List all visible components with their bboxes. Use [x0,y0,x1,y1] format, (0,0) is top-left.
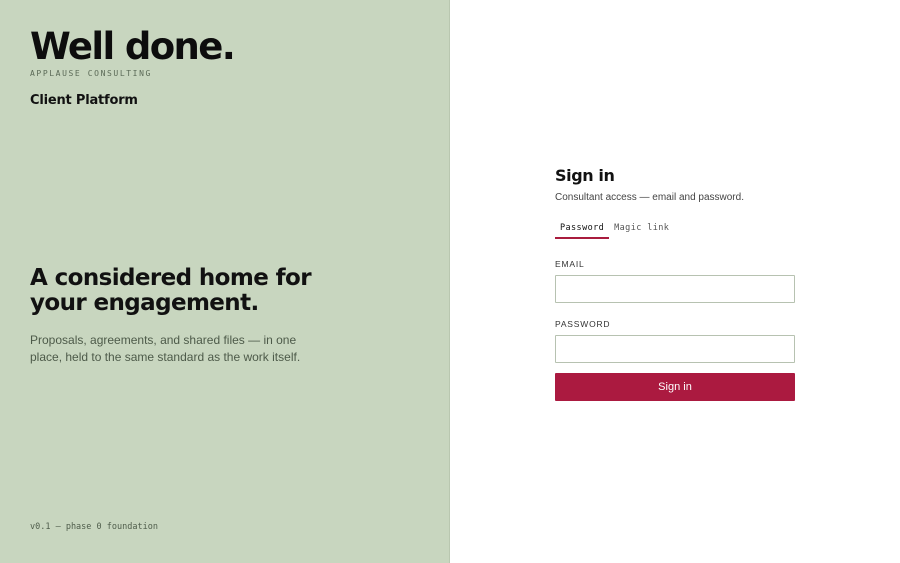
signin-method-tabs: Password Magic link [555,221,795,239]
signin-title: Sign in [555,166,615,185]
tab-magic-link[interactable]: Magic link [609,221,674,239]
logo-title: Well done. [30,25,236,68]
email-label: EMAIL [555,259,585,269]
email-field[interactable] [555,275,795,303]
tab-password[interactable]: Password [555,221,610,239]
password-field[interactable] [555,335,795,363]
signin-form: Sign in Consultant access — email and pa… [555,166,795,401]
password-label: PASSWORD [555,319,611,329]
version-label: v0.1 — phase 0 foundation [30,522,158,532]
signin-button[interactable]: Sign in [555,373,795,401]
login-page: Well done. APPLAUSE CONSULTING Client Pl… [0,0,900,563]
platform-name: Client Platform [30,93,138,108]
logo-subtitle: APPLAUSE CONSULTING [30,69,152,78]
brand-panel: Well done. APPLAUSE CONSULTING Client Pl… [0,0,450,563]
form-panel: Sign in Consultant access — email and pa… [450,0,900,563]
hero-body: Proposals, agreements, and shared files … [30,333,301,364]
hero-heading: A considered home for your engagement. [30,265,312,316]
signin-subtitle: Consultant access — email and password. [555,192,744,203]
